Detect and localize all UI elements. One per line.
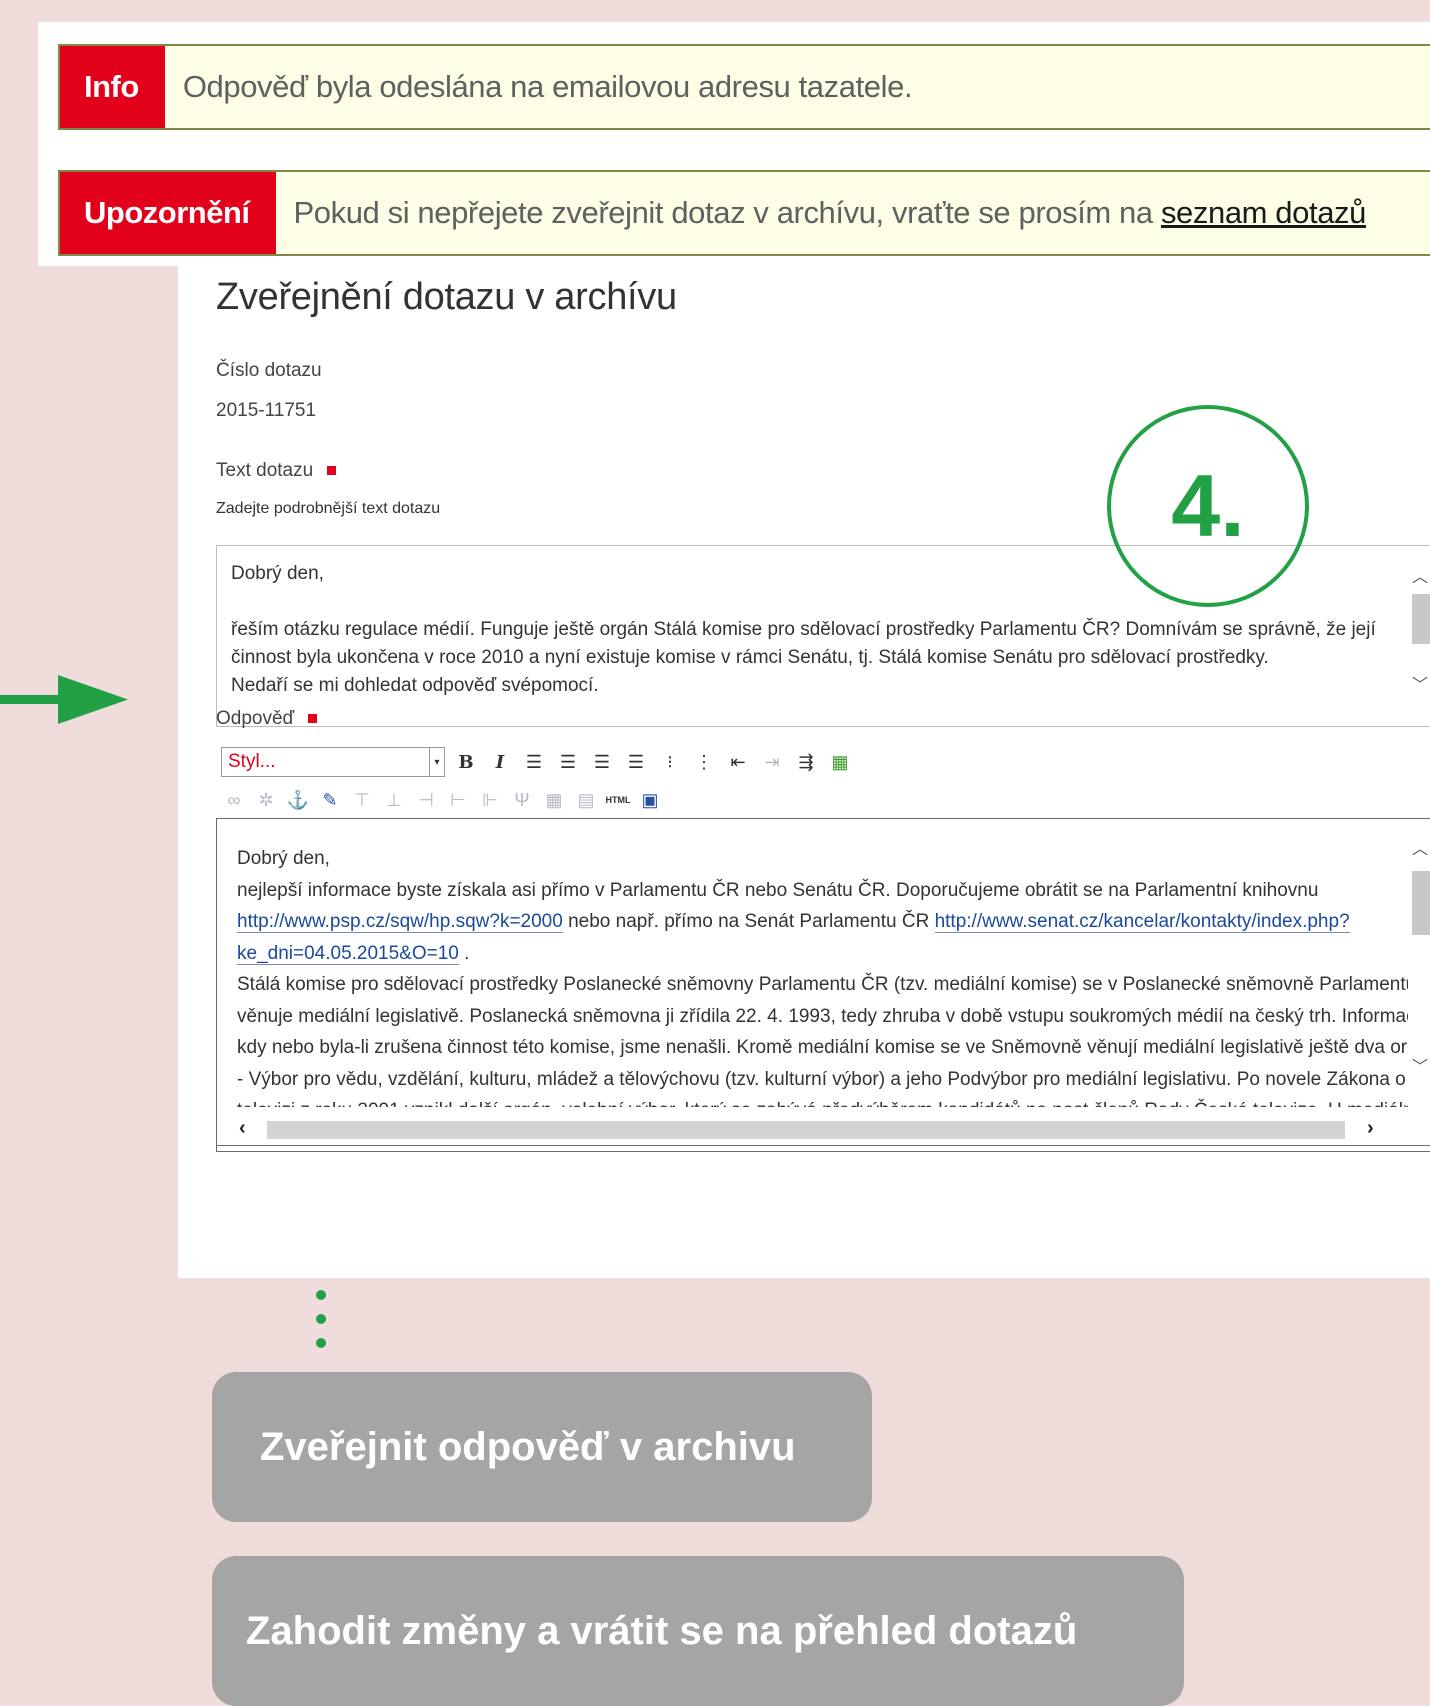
senat-link-cont[interactable]: ke_dni=04.05.2015&O=10: [237, 942, 459, 965]
editor-horizontal-scrollbar[interactable]: ‹ ›: [217, 1117, 1430, 1141]
scroll-down-icon[interactable]: ﹀: [1412, 672, 1428, 700]
html-source-icon[interactable]: HTML: [605, 787, 631, 813]
editor-vertical-scrollbar[interactable]: ︿ ﹀: [1408, 819, 1430, 1109]
info-message: Odpověď byla odeslána na emailovou adres…: [182, 69, 913, 104]
align-center-icon[interactable]: ☰: [555, 749, 581, 775]
question-line: Nedaří se mi dohledat odpověď svépomocí.: [231, 675, 599, 696]
question-list-link[interactable]: seznam dotazů: [1161, 195, 1366, 230]
blockquote-icon[interactable]: ⇶: [793, 749, 819, 775]
answer-line: ke_dni=04.05.2015&O=10 .: [237, 938, 1417, 970]
notice-panel: Info Odpověď byla odeslána na emailovou …: [38, 22, 1430, 266]
delete-row-icon[interactable]: ⊣: [413, 787, 439, 813]
numbered-list-icon[interactable]: ⋮: [691, 749, 717, 775]
unlink-icon[interactable]: ✲: [253, 787, 279, 813]
align-right-icon[interactable]: ☰: [589, 749, 615, 775]
answer-line: věnuje mediální legislativě. Poslanecká …: [237, 1005, 1417, 1027]
style-select[interactable]: Styl... ▾: [221, 747, 445, 777]
required-marker: [327, 466, 337, 476]
bold-icon[interactable]: B: [453, 749, 479, 775]
delete-col-icon[interactable]: Ψ: [509, 787, 535, 813]
question-text-label-text: Text dotazu: [216, 460, 314, 481]
insert-row-before-icon[interactable]: ⊤: [349, 787, 375, 813]
link-icon[interactable]: ∞: [221, 787, 247, 813]
editor-toolbar-row-1: Styl... ▾ B I ☰ ☰ ☰ ☰ ⁝ ⋮ ⇤ ⇥ ⇶ ▦: [221, 747, 853, 777]
step-marker: 4.: [1107, 405, 1309, 607]
scroll-right-icon[interactable]: ›: [1367, 1117, 1374, 1140]
question-number-label: Číslo dotazu: [216, 360, 322, 381]
scroll-left-icon[interactable]: ‹: [239, 1117, 246, 1140]
insert-row-after-icon[interactable]: ⊥: [381, 787, 407, 813]
answer-label-text: Odpověď: [216, 708, 295, 729]
answer-text: nebo např. přímo na Senát Parlamentu ČR: [562, 911, 935, 932]
align-justify-icon[interactable]: ☰: [623, 749, 649, 775]
page-title: Zveřejnění dotazu v archívu: [216, 276, 677, 318]
required-marker: [308, 714, 318, 724]
question-number-value: 2015-11751: [216, 400, 317, 421]
info-tag: Info: [60, 46, 165, 128]
scroll-thumb[interactable]: [1412, 871, 1430, 935]
dot: [316, 1338, 326, 1348]
table-props-icon[interactable]: ▤: [573, 787, 599, 813]
answer-line: - Výbor pro vědu, vzdělání, kulturu, mlá…: [237, 1068, 1417, 1090]
answer-line: televizi z roku 2001 vznikl další orgán,…: [237, 1095, 1417, 1107]
editor-status-divider: [217, 1145, 1430, 1146]
scroll-down-icon[interactable]: ﹀: [1412, 1053, 1428, 1077]
style-select-value: Styl...: [228, 751, 276, 772]
answer-line: http://www.psp.cz/sqw/hp.sqw?k=2000 nebo…: [237, 906, 1417, 938]
answer-line: nejlepší informace byste získala asi pří…: [237, 879, 1319, 901]
edit-icon[interactable]: ✎: [317, 787, 343, 813]
scroll-thumb[interactable]: [1412, 594, 1430, 644]
image-icon[interactable]: ▦: [827, 749, 853, 775]
anchor-icon[interactable]: ⚓: [285, 787, 311, 813]
align-left-icon[interactable]: ☰: [521, 749, 547, 775]
dot: [316, 1314, 326, 1324]
info-notice: Info Odpověď byla odeslána na emailovou …: [58, 44, 1430, 130]
dot: [316, 1290, 326, 1300]
fullscreen-icon[interactable]: ▣: [637, 787, 663, 813]
scroll-up-icon[interactable]: ︿: [1412, 564, 1428, 592]
answer-label: Odpověď: [216, 708, 318, 730]
outdent-icon[interactable]: ⇤: [725, 749, 751, 775]
indent-icon[interactable]: ⇥: [759, 749, 785, 775]
question-text-label: Text dotazu: [216, 460, 337, 482]
question-line: činnost byla ukončena v roce 2010 a nyní…: [231, 647, 1269, 668]
discard-changes-button[interactable]: Zahodit změny a vrátit se na přehled dot…: [212, 1556, 1184, 1706]
answer-line: Stálá komise pro sdělovací prostředky Po…: [237, 974, 1417, 995]
scroll-up-icon[interactable]: ︿: [1412, 835, 1428, 859]
insert-col-after-icon[interactable]: ⊩: [477, 787, 503, 813]
insert-col-before-icon[interactable]: ⊢: [445, 787, 471, 813]
question-scrollbar[interactable]: ︿ ﹀: [1408, 546, 1430, 726]
italic-icon[interactable]: I: [487, 749, 513, 775]
answer-text: .: [458, 942, 470, 964]
answer-content[interactable]: Dobrý den, nejlepší informace byste získ…: [237, 843, 1417, 1107]
warning-message: Pokud si nepřejete zveřejnit dotaz v arc…: [276, 195, 1367, 231]
arrow-right-icon: [0, 675, 128, 724]
dropdown-arrow-icon[interactable]: ▾: [429, 748, 444, 776]
bullet-list-icon[interactable]: ⁝: [657, 749, 683, 775]
answer-editor[interactable]: Dobrý den, nejlepší informace byste získ…: [216, 818, 1430, 1152]
table-icon[interactable]: ▦: [541, 787, 567, 813]
warning-tag: Upozornění: [60, 172, 276, 254]
scroll-thumb[interactable]: [267, 1121, 1345, 1139]
editor-toolbar-row-2: ∞ ✲ ⚓ ✎ ⊤ ⊥ ⊣ ⊢ ⊩ Ψ ▦ ▤ HTML ▣: [221, 787, 663, 813]
dotted-connector: [316, 1290, 326, 1362]
question-text-hint: Zadejte podrobnější text dotazu: [216, 500, 441, 517]
answer-line: kdy nebo byla-li zrušena činnost této ko…: [237, 1037, 1417, 1058]
answer-greeting: Dobrý den,: [237, 848, 330, 869]
warning-notice: Upozornění Pokud si nepřejete zveřejnit …: [58, 170, 1430, 256]
psp-link[interactable]: http://www.psp.cz/sqw/hp.sqw?k=2000: [237, 911, 563, 933]
publish-answer-button[interactable]: Zveřejnit odpověď v archivu: [212, 1372, 872, 1522]
question-line: řeším otázku regulace médií. Funguje ješ…: [231, 619, 1376, 640]
senat-link[interactable]: http://www.senat.cz/kancelar/kontakty/in…: [934, 911, 1350, 933]
warning-text: Pokud si nepřejete zveřejnit dotaz v arc…: [293, 195, 1161, 230]
